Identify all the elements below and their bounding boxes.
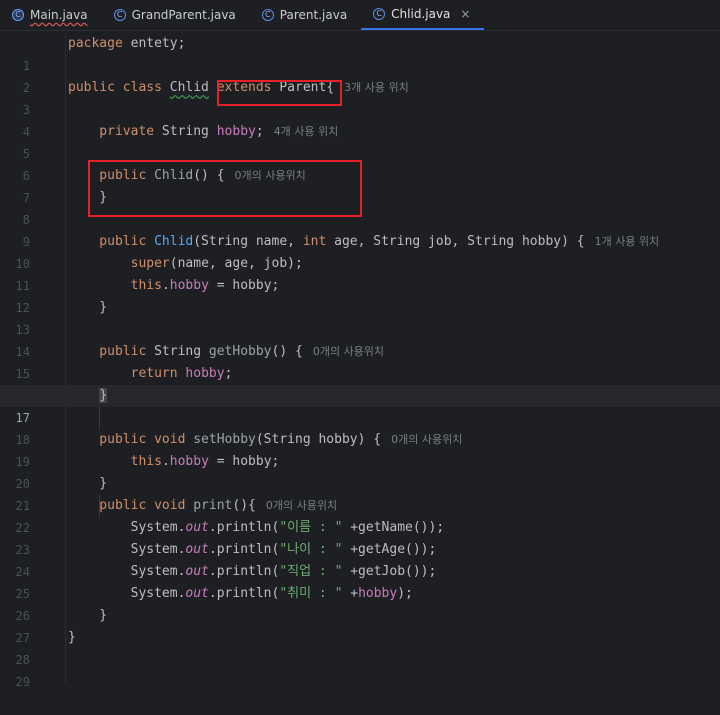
usages-hint[interactable]: 1개 사용 위치 [595, 235, 660, 248]
tab-label: Chlid.java [391, 7, 451, 21]
line-code: } [68, 608, 108, 623]
line-code: } [68, 385, 108, 407]
code-line-26[interactable]: 26 System.out.println("취미 : " +hobby); [0, 583, 720, 623]
line-code: } [68, 630, 76, 645]
code-line-27[interactable]: 27 } [0, 605, 720, 645]
code-line-2[interactable]: 2 [0, 55, 720, 95]
line-code: public Chlid(String name, int age, Strin… [68, 234, 660, 249]
line-code: System.out.println("직업 : " +getJob()); [68, 564, 437, 579]
code-line-28[interactable]: 28 } [0, 627, 720, 667]
tab-main-java[interactable]: C Main.java [0, 0, 102, 30]
code-line-29[interactable]: 29 [0, 649, 720, 689]
code-line-24[interactable]: 24 System.out.println("나이 : " +getAge())… [0, 539, 720, 579]
editor-tab-bar: C Main.java C GrandParent.java C Parent.… [0, 0, 720, 31]
code-line-15[interactable]: 15 public String getHobby() {0개의 사용위치 [0, 341, 720, 381]
code-line-13[interactable]: 13 } [0, 297, 720, 337]
line-code: System.out.println("나이 : " +getAge()); [68, 542, 437, 557]
code-line-22[interactable]: 22 public void print(){0개의 사용위치 [0, 495, 720, 535]
code-line-21[interactable]: 21 } [0, 473, 720, 513]
line-code: return hobby; [130, 366, 233, 381]
usages-hint[interactable]: 4개 사용 위치 [274, 125, 339, 138]
annotation-box-extends [217, 80, 342, 106]
line-code: this.hobby = hobby; [130, 454, 280, 469]
usages-hint[interactable]: 0개의 사용위치 [391, 433, 462, 446]
code-line-3[interactable]: 3 public class Chlid extends Parent{3개 사… [0, 77, 720, 117]
code-line-17-current[interactable]: 17 } [0, 385, 720, 425]
line-code: } [68, 476, 108, 491]
code-line-4[interactable]: 4 [0, 99, 720, 139]
line-code: super(name, age, job); [130, 256, 303, 271]
close-icon[interactable]: × [460, 7, 470, 21]
line-code: public String getHobby() {0개의 사용위치 [68, 344, 385, 359]
line-number: 29 [15, 675, 30, 689]
matched-brace: } [99, 388, 108, 403]
tab-label: Parent.java [279, 8, 348, 22]
tab-chlid-java[interactable]: C Chlid.java × [361, 0, 485, 30]
class-name-warning: Chlid [169, 80, 209, 95]
code-line-11[interactable]: 11 super(name, age, job); [0, 253, 720, 293]
line-code: public void print(){0개의 사용위치 [68, 498, 338, 513]
usages-hint[interactable]: 3개 사용 위치 [344, 81, 409, 94]
tab-label: GrandParent.java [131, 8, 236, 22]
code-line-16[interactable]: 16 return hobby; [0, 363, 720, 403]
line-code: public void setHobby(String hobby) {0개의 … [68, 432, 463, 447]
java-main-icon: C [12, 9, 24, 21]
line-code: private String hobby; 4개 사용 위치 [68, 124, 339, 139]
line-code: System.out.println("이름 : " +getName()); [68, 520, 445, 535]
line-code: System.out.println("취미 : " +hobby); [68, 586, 413, 601]
tab-grandparent-java[interactable]: C GrandParent.java [102, 0, 250, 30]
code-line-10[interactable]: 10 public Chlid(String name, int age, St… [0, 231, 720, 271]
line-code: } [68, 300, 108, 315]
code-line-1[interactable]: 1 package entety; [0, 33, 720, 73]
java-class-icon: C [261, 9, 274, 21]
line-code: this.hobby = hobby; [130, 278, 280, 293]
code-editor[interactable]: 1 package entety; 2 3 public class Chlid… [0, 33, 720, 689]
java-class-icon: C [113, 9, 126, 21]
line-code: package entety; [68, 36, 186, 51]
usages-hint[interactable]: 0개의 사용위치 [266, 499, 337, 512]
java-class-icon: C [373, 8, 386, 20]
code-line-19[interactable]: 19 public void setHobby(String hobby) {0… [0, 429, 720, 469]
tab-label: Main.java [30, 8, 88, 22]
code-line-14[interactable]: 14 [0, 319, 720, 359]
annotation-box-constructor [88, 160, 362, 217]
code-line-20[interactable]: 20 this.hobby = hobby; [0, 451, 720, 491]
usages-hint[interactable]: 0개의 사용위치 [313, 345, 384, 358]
code-line-5[interactable]: 5 private String hobby; 4개 사용 위치 [0, 121, 720, 161]
tab-parent-java[interactable]: C Parent.java [250, 0, 361, 30]
code-line-12[interactable]: 12 this.hobby = hobby; [0, 275, 720, 315]
code-line-23[interactable]: 23 System.out.println("이름 : " +getName()… [0, 517, 720, 557]
code-line-25[interactable]: 25 System.out.println("직업 : " +getJob())… [0, 561, 720, 601]
code-line-18[interactable]: 18 [0, 407, 720, 447]
